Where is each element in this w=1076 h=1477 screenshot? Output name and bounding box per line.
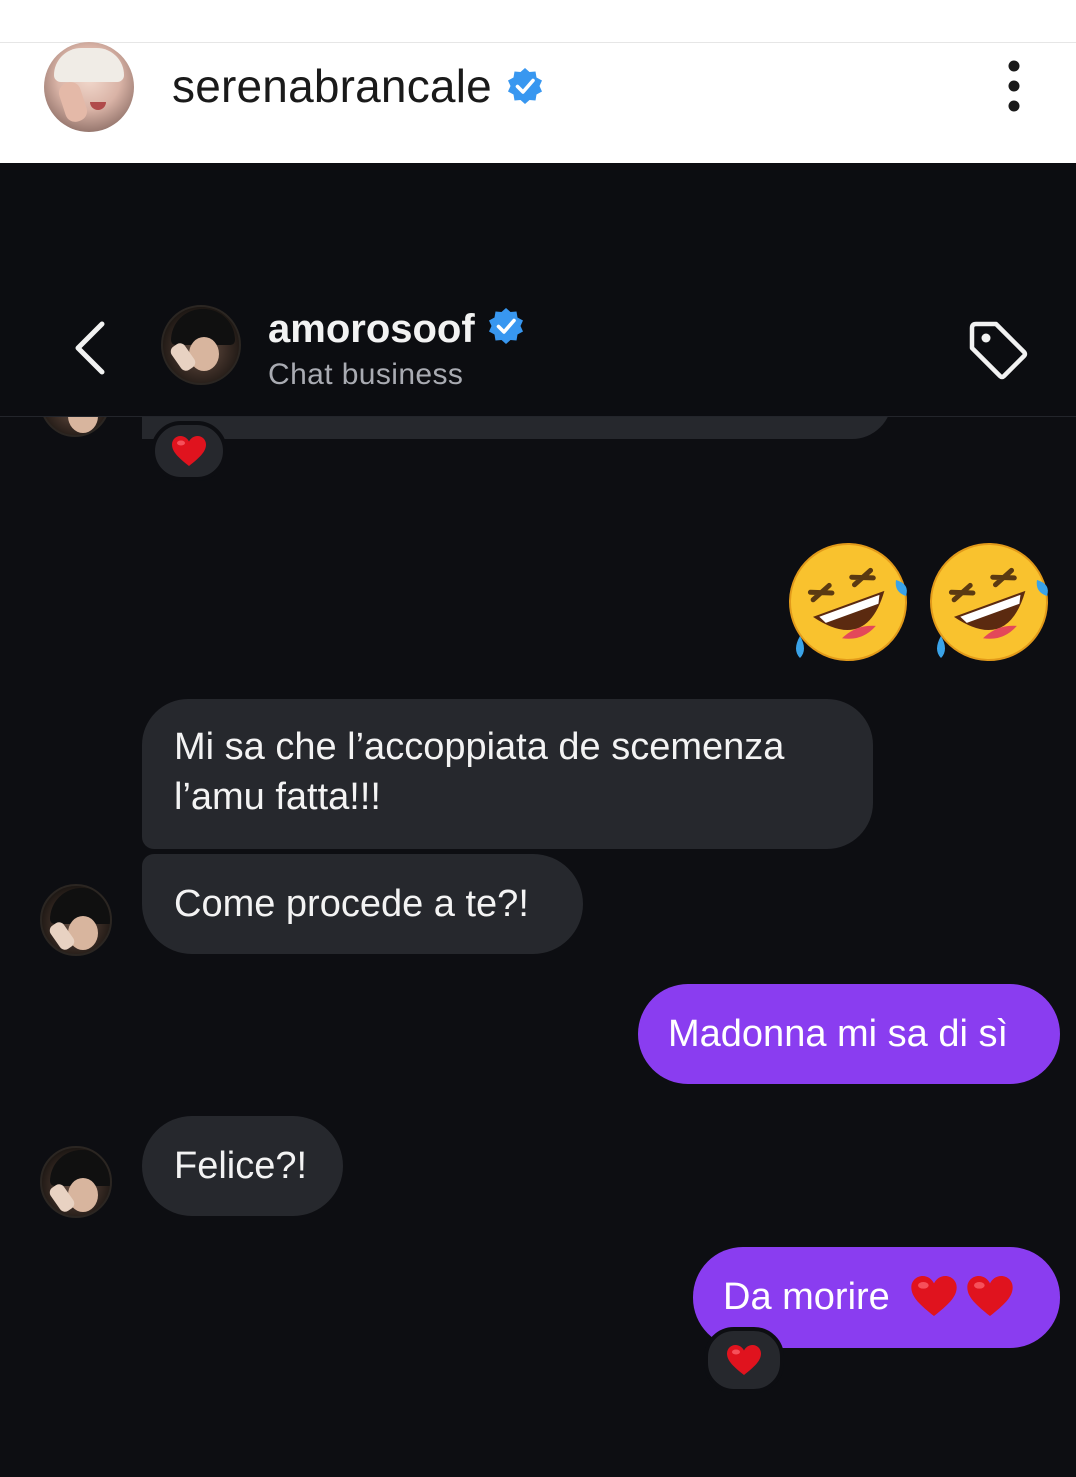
verified-badge-icon bbox=[489, 308, 523, 344]
chevron-left-icon[interactable] bbox=[70, 318, 110, 378]
contact-name[interactable]: amorosoof bbox=[268, 305, 475, 353]
contact-subtitle: Chat business bbox=[268, 358, 464, 391]
message-bubble-partial[interactable] bbox=[142, 417, 892, 439]
red-heart-icon bbox=[911, 1275, 958, 1316]
contact-avatar[interactable] bbox=[161, 305, 241, 385]
post-author-avatar[interactable] bbox=[44, 42, 134, 132]
more-vertical-icon[interactable] bbox=[996, 58, 1032, 114]
red-heart-icon bbox=[727, 1345, 761, 1375]
rolling-on-the-floor-laughing-icon[interactable] bbox=[927, 540, 1051, 664]
reaction-badge[interactable] bbox=[151, 421, 227, 481]
contact-avatar[interactable] bbox=[40, 1146, 112, 1218]
divider bbox=[0, 42, 1076, 43]
contact-avatar-partial bbox=[40, 417, 112, 439]
message-text: Da morire bbox=[723, 1276, 890, 1318]
incoming-message-bubble[interactable]: Mi sa che l’accoppiata de scemenza l’amu… bbox=[142, 699, 873, 849]
message-thread[interactable]: Mi sa che l’accoppiata de scemenza l’amu… bbox=[0, 417, 1076, 1477]
reaction-badge[interactable] bbox=[704, 1327, 784, 1393]
red-heart-icon bbox=[967, 1275, 1014, 1316]
incoming-message-bubble[interactable]: Felice?! bbox=[142, 1116, 343, 1216]
post-header: serenabrancale bbox=[0, 0, 1076, 163]
post-author-username[interactable]: serenabrancale bbox=[172, 58, 492, 114]
incoming-message-bubble[interactable]: Come procede a te?! bbox=[142, 854, 583, 954]
tag-icon[interactable] bbox=[966, 318, 1030, 382]
rolling-on-the-floor-laughing-icon[interactable] bbox=[786, 540, 910, 664]
red-heart-icon bbox=[172, 436, 206, 466]
verified-badge-icon bbox=[508, 68, 542, 104]
contact-avatar[interactable] bbox=[40, 884, 112, 956]
dm-header: amorosoof Chat business bbox=[0, 163, 1076, 417]
outgoing-message-bubble[interactable]: Madonna mi sa di sì bbox=[638, 984, 1060, 1084]
